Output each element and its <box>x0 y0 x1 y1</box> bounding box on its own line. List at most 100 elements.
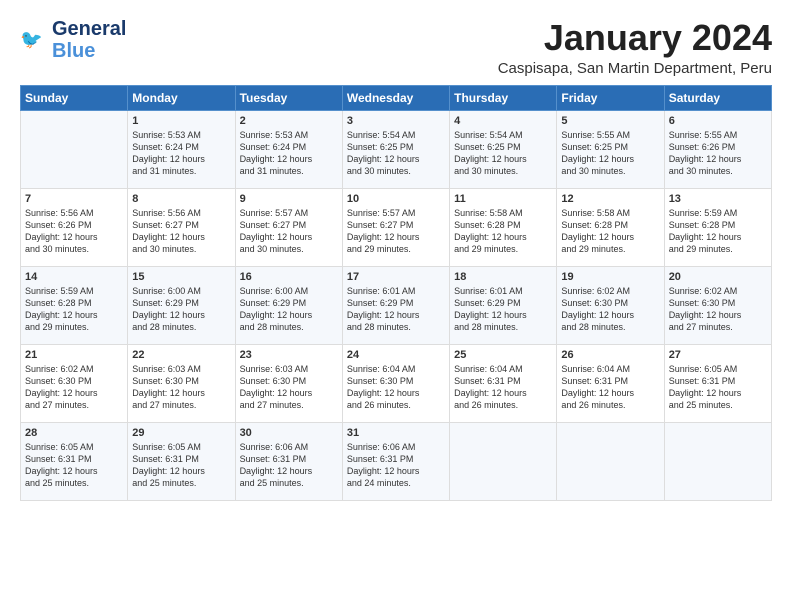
day-number: 18 <box>454 271 552 283</box>
calendar-week-row: 7 Sunrise: 5:56 AM Sunset: 6:26 PM Daylig… <box>21 188 772 266</box>
calendar-cell: 5Sunrise: 5:55 AM Sunset: 6:25 PM Daylig… <box>557 110 664 188</box>
cell-sun-info: Sunrise: 5:53 AM Sunset: 6:24 PM Dayligh… <box>240 129 338 178</box>
cell-sun-info: Sunrise: 5:54 AM Sunset: 6:25 PM Dayligh… <box>454 129 552 178</box>
cell-sun-info: Sunrise: 6:05 AM Sunset: 6:31 PM Dayligh… <box>669 363 767 412</box>
cell-sun-info: Sunrise: 5:58 AM Sunset: 6:28 PM Dayligh… <box>454 207 552 256</box>
day-number: 2 <box>240 115 338 127</box>
header: 🐦 General Blue January 2024 Caspisapa, S… <box>20 18 772 77</box>
header-tuesday: Tuesday <box>235 85 342 110</box>
cell-sun-info: Sunrise: 5:58 AM Sunset: 6:28 PM Dayligh… <box>561 207 659 256</box>
calendar-cell: 26Sunrise: 6:04 AM Sunset: 6:31 PM Dayli… <box>557 344 664 422</box>
logo: 🐦 General Blue <box>20 18 126 62</box>
day-number: 4 <box>454 115 552 127</box>
header-thursday: Thursday <box>450 85 557 110</box>
calendar-cell: 7 Sunrise: 5:56 AM Sunset: 6:26 PM Daylig… <box>21 188 128 266</box>
calendar-cell: 30 Sunrise: 6:06 AM Sunset: 6:31 PM Dayli… <box>235 422 342 500</box>
cell-sun-info: Sunrise: 5:57 AM Sunset: 6:27 PM Dayligh… <box>347 207 445 256</box>
calendar-week-row: 1 Sunrise: 5:53 AM Sunset: 6:24 PM Daylig… <box>21 110 772 188</box>
day-number: 16 <box>240 271 338 283</box>
cell-sun-info: Sunrise: 6:03 AM Sunset: 6:30 PM Dayligh… <box>132 363 230 412</box>
header-friday: Friday <box>557 85 664 110</box>
cell-sun-info: Sunrise: 6:00 AM Sunset: 6:29 PM Dayligh… <box>240 285 338 334</box>
day-number: 29 <box>132 427 230 439</box>
day-number: 15 <box>132 271 230 283</box>
calendar-cell: 2 Sunrise: 5:53 AM Sunset: 6:24 PM Daylig… <box>235 110 342 188</box>
cell-sun-info: Sunrise: 6:01 AM Sunset: 6:29 PM Dayligh… <box>454 285 552 334</box>
day-number: 28 <box>25 427 123 439</box>
calendar-cell: 15 Sunrise: 6:00 AM Sunset: 6:29 PM Dayli… <box>128 266 235 344</box>
calendar-cell: 1 Sunrise: 5:53 AM Sunset: 6:24 PM Daylig… <box>128 110 235 188</box>
cell-sun-info: Sunrise: 6:04 AM Sunset: 6:31 PM Dayligh… <box>454 363 552 412</box>
day-number: 19 <box>561 271 659 283</box>
cell-sun-info: Sunrise: 5:55 AM Sunset: 6:25 PM Dayligh… <box>561 129 659 178</box>
day-number: 14 <box>25 271 123 283</box>
subtitle: Caspisapa, San Martin Department, Peru <box>498 60 772 77</box>
calendar-cell: 9 Sunrise: 5:57 AM Sunset: 6:27 PM Daylig… <box>235 188 342 266</box>
calendar-cell: 16 Sunrise: 6:00 AM Sunset: 6:29 PM Dayli… <box>235 266 342 344</box>
calendar-week-row: 28 Sunrise: 6:05 AM Sunset: 6:31 PM Dayli… <box>21 422 772 500</box>
day-number: 12 <box>561 193 659 205</box>
cell-sun-info: Sunrise: 5:56 AM Sunset: 6:26 PM Dayligh… <box>25 207 123 256</box>
calendar-cell: 18 Sunrise: 6:01 AM Sunset: 6:29 PM Dayli… <box>450 266 557 344</box>
cell-sun-info: Sunrise: 5:53 AM Sunset: 6:24 PM Dayligh… <box>132 129 230 178</box>
calendar-cell: 20 Sunrise: 6:02 AM Sunset: 6:30 PM Dayli… <box>664 266 771 344</box>
cell-sun-info: Sunrise: 6:02 AM Sunset: 6:30 PM Dayligh… <box>561 285 659 334</box>
svg-text:🐦: 🐦 <box>20 30 43 50</box>
day-number: 1 <box>132 115 230 127</box>
cell-sun-info: Sunrise: 6:02 AM Sunset: 6:30 PM Dayligh… <box>25 363 123 412</box>
day-number: 7 <box>25 193 123 205</box>
cell-sun-info: Sunrise: 6:02 AM Sunset: 6:30 PM Dayligh… <box>669 285 767 334</box>
logo-line1: General <box>52 18 126 40</box>
cell-sun-info: Sunrise: 5:59 AM Sunset: 6:28 PM Dayligh… <box>669 207 767 256</box>
calendar-cell: 6 Sunrise: 5:55 AM Sunset: 6:26 PM Daylig… <box>664 110 771 188</box>
calendar-cell: 13 Sunrise: 5:59 AM Sunset: 6:28 PM Dayli… <box>664 188 771 266</box>
day-number: 25 <box>454 349 552 361</box>
header-sunday: Sunday <box>21 85 128 110</box>
cell-sun-info: Sunrise: 6:05 AM Sunset: 6:31 PM Dayligh… <box>25 441 123 490</box>
cell-sun-info: Sunrise: 6:05 AM Sunset: 6:31 PM Dayligh… <box>132 441 230 490</box>
calendar-cell: 23 Sunrise: 6:03 AM Sunset: 6:30 PM Dayli… <box>235 344 342 422</box>
day-number: 6 <box>669 115 767 127</box>
calendar-cell: 22Sunrise: 6:03 AM Sunset: 6:30 PM Dayli… <box>128 344 235 422</box>
header-wednesday: Wednesday <box>342 85 449 110</box>
day-number: 30 <box>240 427 338 439</box>
cell-sun-info: Sunrise: 6:04 AM Sunset: 6:31 PM Dayligh… <box>561 363 659 412</box>
cell-sun-info: Sunrise: 5:55 AM Sunset: 6:26 PM Dayligh… <box>669 129 767 178</box>
day-number: 20 <box>669 271 767 283</box>
calendar-cell: 28 Sunrise: 6:05 AM Sunset: 6:31 PM Dayli… <box>21 422 128 500</box>
title-block: January 2024 Caspisapa, San Martin Depar… <box>498 18 772 77</box>
cell-sun-info: Sunrise: 5:54 AM Sunset: 6:25 PM Dayligh… <box>347 129 445 178</box>
cell-sun-info: Sunrise: 6:01 AM Sunset: 6:29 PM Dayligh… <box>347 285 445 334</box>
page: 🐦 General Blue January 2024 Caspisapa, S… <box>0 0 792 612</box>
calendar-cell: 21Sunrise: 6:02 AM Sunset: 6:30 PM Dayli… <box>21 344 128 422</box>
day-number: 3 <box>347 115 445 127</box>
calendar-cell: 31Sunrise: 6:06 AM Sunset: 6:31 PM Dayli… <box>342 422 449 500</box>
calendar-cell: 19 Sunrise: 6:02 AM Sunset: 6:30 PM Dayli… <box>557 266 664 344</box>
day-number: 9 <box>240 193 338 205</box>
calendar-cell: 4 Sunrise: 5:54 AM Sunset: 6:25 PM Daylig… <box>450 110 557 188</box>
cell-sun-info: Sunrise: 6:06 AM Sunset: 6:31 PM Dayligh… <box>347 441 445 490</box>
day-number: 17 <box>347 271 445 283</box>
calendar-cell: 11Sunrise: 5:58 AM Sunset: 6:28 PM Dayli… <box>450 188 557 266</box>
calendar-cell: 10Sunrise: 5:57 AM Sunset: 6:27 PM Dayli… <box>342 188 449 266</box>
day-number: 13 <box>669 193 767 205</box>
calendar-cell: 29 Sunrise: 6:05 AM Sunset: 6:31 PM Dayli… <box>128 422 235 500</box>
calendar-cell: 12 Sunrise: 5:58 AM Sunset: 6:28 PM Dayli… <box>557 188 664 266</box>
cell-sun-info: Sunrise: 6:06 AM Sunset: 6:31 PM Dayligh… <box>240 441 338 490</box>
cell-sun-info: Sunrise: 6:00 AM Sunset: 6:29 PM Dayligh… <box>132 285 230 334</box>
month-title: January 2024 <box>498 18 772 58</box>
calendar-cell <box>450 422 557 500</box>
logo-icon: 🐦 <box>20 26 48 54</box>
calendar-cell: 25 Sunrise: 6:04 AM Sunset: 6:31 PM Dayli… <box>450 344 557 422</box>
calendar-cell: 14 Sunrise: 5:59 AM Sunset: 6:28 PM Dayli… <box>21 266 128 344</box>
cell-sun-info: Sunrise: 6:03 AM Sunset: 6:30 PM Dayligh… <box>240 363 338 412</box>
calendar-table: Sunday Monday Tuesday Wednesday Thursday… <box>20 85 772 501</box>
calendar-week-row: 21Sunrise: 6:02 AM Sunset: 6:30 PM Dayli… <box>21 344 772 422</box>
cell-sun-info: Sunrise: 5:59 AM Sunset: 6:28 PM Dayligh… <box>25 285 123 334</box>
day-number: 23 <box>240 349 338 361</box>
cell-sun-info: Sunrise: 5:57 AM Sunset: 6:27 PM Dayligh… <box>240 207 338 256</box>
calendar-header-row: Sunday Monday Tuesday Wednesday Thursday… <box>21 85 772 110</box>
calendar-cell: 17 Sunrise: 6:01 AM Sunset: 6:29 PM Dayli… <box>342 266 449 344</box>
calendar-cell: 24Sunrise: 6:04 AM Sunset: 6:30 PM Dayli… <box>342 344 449 422</box>
header-monday: Monday <box>128 85 235 110</box>
